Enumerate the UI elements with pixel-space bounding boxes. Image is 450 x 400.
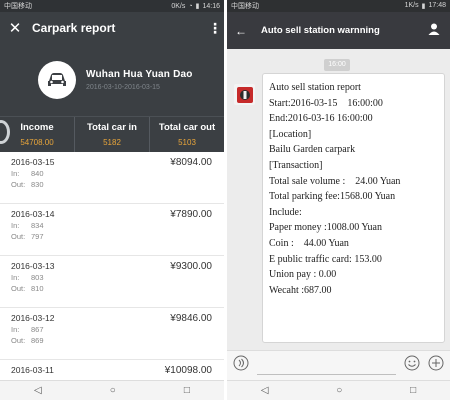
person-icon[interactable] bbox=[428, 22, 442, 40]
msg-line: Total sale volume : 24.00 Yuan bbox=[269, 175, 401, 187]
back-arrow-icon[interactable]: ← bbox=[235, 24, 249, 38]
row-amount: ¥9846.00 bbox=[170, 313, 212, 324]
msg-line: Coin : 44.00 Yuan bbox=[269, 237, 349, 249]
row-out: 797 bbox=[31, 232, 44, 241]
warning-chat-screen: 中国移动 1K/s ▮ 17:48 ← Auto sell station wa… bbox=[227, 0, 450, 400]
row-in: 803 bbox=[31, 273, 44, 282]
message-input[interactable] bbox=[257, 357, 396, 375]
row-in: 840 bbox=[31, 169, 44, 178]
network-speed: 1K/s bbox=[404, 2, 419, 9]
msg-line: [Location] bbox=[269, 128, 312, 140]
toolbar: ✕ Carpark report ⋮ bbox=[0, 12, 224, 44]
toolbar: ← Auto sell station warnning bbox=[227, 12, 450, 49]
signal-icon: ▮ bbox=[421, 3, 426, 10]
status-bar: 中国移动 1K/s ▮ 17:48 bbox=[227, 0, 450, 12]
stat-car-in: Total car in 5182 bbox=[74, 117, 149, 152]
row-out: 869 bbox=[31, 336, 44, 345]
system-nav-bar: ◁ ○ □ bbox=[227, 380, 450, 400]
stat-car-out: Total car out 5103 bbox=[149, 117, 224, 152]
msg-line: End:2016-03-16 16:00:00 bbox=[269, 113, 373, 125]
message-time: 16:00 bbox=[324, 59, 350, 71]
row-amount: ¥8094.00 bbox=[170, 157, 212, 168]
carrier-label: 中国移动 bbox=[4, 3, 32, 10]
chat-title: Auto sell station warnning bbox=[261, 25, 380, 36]
back-nav-icon[interactable]: ◁ bbox=[34, 385, 42, 396]
stats-bar: Income 54708.00 Total car in 5182 Total … bbox=[0, 116, 224, 152]
row-amount: ¥7890.00 bbox=[170, 209, 212, 220]
carpark-name: Wuhan Hua Yuan Dao bbox=[86, 69, 193, 80]
msg-line: Paper money :1008.00 Yuan bbox=[269, 222, 382, 234]
msg-line: Bailu Garden carpark bbox=[269, 144, 356, 156]
system-nav-bar: ◁ ○ □ bbox=[0, 380, 224, 400]
row-in: 834 bbox=[31, 221, 44, 230]
list-item[interactable]: 2016-03-12 ¥9846.00 In: 867 Out: 869 bbox=[0, 308, 224, 360]
home-nav-icon[interactable]: ○ bbox=[336, 385, 342, 396]
msg-line: Auto sell station report bbox=[269, 82, 361, 93]
date-range: 2016-03-10-2016-03-15 bbox=[86, 84, 160, 91]
recents-nav-icon[interactable]: □ bbox=[184, 385, 190, 396]
sender-avatar[interactable] bbox=[234, 84, 255, 105]
msg-line: [Transaction] bbox=[269, 159, 323, 171]
voice-icon[interactable] bbox=[233, 355, 249, 376]
car-icon bbox=[38, 61, 76, 99]
more-options-icon[interactable]: ⋮ bbox=[208, 20, 222, 37]
row-out: 830 bbox=[31, 180, 44, 189]
row-amount: ¥10098.00 bbox=[164, 365, 212, 376]
msg-line: Union pay : 0.00 bbox=[269, 269, 337, 281]
chat-input-bar bbox=[227, 350, 450, 380]
status-bar: 中国移动 0K/s ◔ ▮ 14:16 bbox=[0, 0, 224, 12]
network-speed: 0K/s bbox=[171, 2, 186, 10]
carrier-label: 中国移动 bbox=[231, 3, 259, 10]
list-item[interactable]: 2016-03-14 ¥7890.00 In: 834 Out: 797 bbox=[0, 204, 224, 256]
msg-line: E public traffic card: 153.00 bbox=[269, 253, 382, 265]
msg-line: Wecaht :687.00 bbox=[269, 284, 332, 296]
back-nav-icon[interactable]: ◁ bbox=[261, 385, 269, 396]
page-title: Carpark report bbox=[32, 21, 116, 35]
close-icon[interactable]: ✕ bbox=[6, 21, 24, 36]
msg-line: Include: bbox=[269, 206, 302, 218]
screenshot: 中国移动 0K/s ◔ ▮ 14:16 ✕ Carpark report ⋮ W… bbox=[0, 0, 450, 400]
stat-income: Income 54708.00 bbox=[20, 122, 54, 147]
row-out: 810 bbox=[31, 284, 44, 293]
clock: 17:48 bbox=[428, 2, 446, 9]
carpark-report-screen: 中国移动 0K/s ◔ ▮ 14:16 ✕ Carpark report ⋮ W… bbox=[0, 0, 224, 400]
list-item[interactable]: 2016-03-15 ¥8094.00 In: 840 Out: 830 bbox=[0, 152, 224, 204]
list-item[interactable]: 2016-03-13 ¥9300.00 In: 803 Out: 810 bbox=[0, 256, 224, 308]
plus-icon[interactable] bbox=[428, 355, 444, 376]
recents-nav-icon[interactable]: □ bbox=[410, 385, 416, 396]
wifi-icon: ◔ bbox=[188, 2, 193, 10]
row-amount: ¥9300.00 bbox=[170, 261, 212, 272]
message-bubble[interactable]: Auto sell station report Start:2016-03-15… bbox=[262, 73, 445, 343]
emoji-icon[interactable] bbox=[404, 355, 420, 376]
daily-list: 2016-03-15 ¥8094.00 In: 840 Out: 830 2016-… bbox=[0, 152, 224, 400]
signal-icon: ▮ bbox=[195, 3, 200, 10]
msg-line: Start:2016-03-15 16:00:00 bbox=[269, 97, 383, 109]
clock: 14:16 bbox=[202, 2, 220, 10]
home-nav-icon[interactable]: ○ bbox=[110, 385, 116, 396]
carpark-header: Wuhan Hua Yuan Dao 2016-03-10-2016-03-15 bbox=[0, 44, 224, 116]
row-in: 867 bbox=[31, 325, 44, 334]
msg-line: Total parking fee:1568.00 Yuan bbox=[269, 191, 396, 203]
